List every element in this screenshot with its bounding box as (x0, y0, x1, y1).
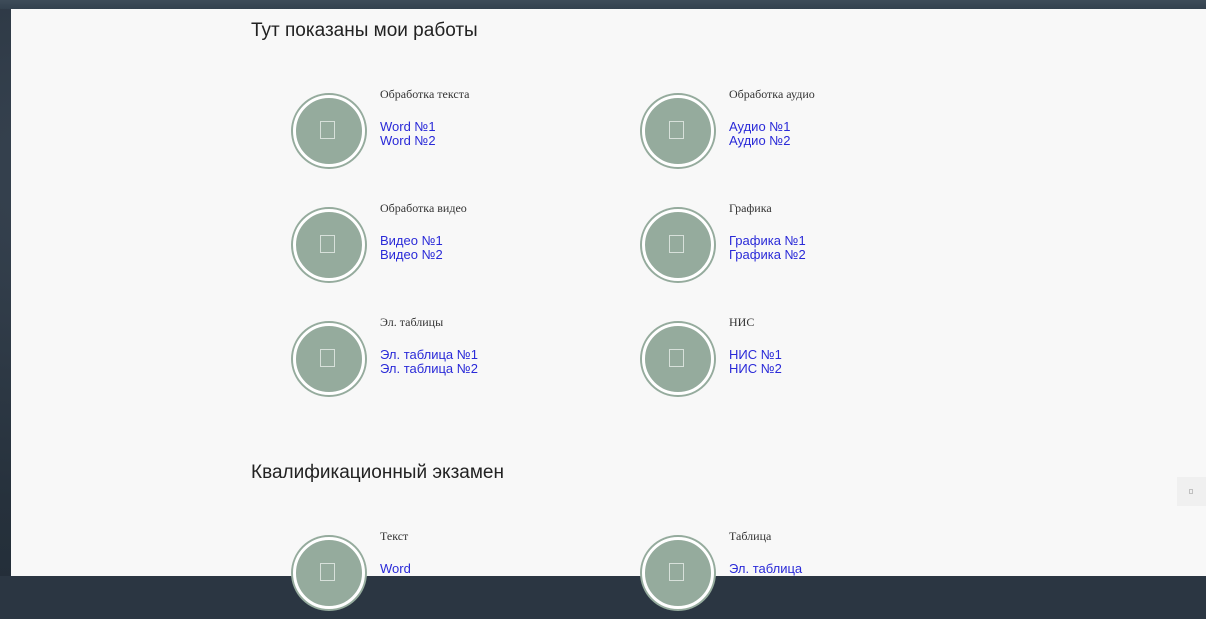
item-links: Эл. таблица №1 Эл. таблица №2 (380, 348, 478, 376)
item-links: Графика №1 Графика №2 (729, 234, 806, 262)
content-panel: Тут показаны мои работы Обработка текста… (11, 9, 1206, 609)
item-title: Таблица (729, 529, 772, 543)
arrow-up-icon (1189, 489, 1193, 494)
work-item-research: НИС НИС №1 НИС №2 (642, 315, 962, 405)
link-audio-2[interactable]: Аудио №2 (729, 134, 790, 148)
item-title: Графика (729, 201, 772, 215)
audio-icon[interactable] (642, 95, 714, 167)
link-audio-1[interactable]: Аудио №1 (729, 120, 790, 134)
link-graphics-2[interactable]: Графика №2 (729, 248, 806, 262)
link-research-1[interactable]: НИС №1 (729, 348, 782, 362)
exam-item-table: Таблица Эл. таблица (642, 529, 962, 619)
link-graphics-1[interactable]: Графика №1 (729, 234, 806, 248)
link-exam-spreadsheet[interactable]: Эл. таблица (729, 562, 802, 576)
section-title-works: Тут показаны мои работы (251, 20, 478, 41)
work-item-audio: Обработка аудио Аудио №1 Аудио №2 (642, 87, 962, 177)
item-links: Word (380, 562, 411, 576)
video-icon[interactable] (293, 209, 365, 281)
exam-item-text: Текст Word (293, 529, 613, 619)
work-item-text: Обработка текста Word №1 Word №2 (293, 87, 613, 177)
item-title: Обработка видео (380, 201, 467, 215)
table-icon[interactable] (293, 323, 365, 395)
work-item-spreadsheets: Эл. таблицы Эл. таблица №1 Эл. таблица №… (293, 315, 613, 405)
link-research-2[interactable]: НИС №2 (729, 362, 782, 376)
item-title: Обработка текста (380, 87, 470, 101)
item-title: НИС (729, 315, 755, 329)
item-links: Word №1 Word №2 (380, 120, 436, 148)
link-word-2[interactable]: Word №2 (380, 134, 436, 148)
item-links: Видео №1 Видео №2 (380, 234, 443, 262)
top-bar (0, 0, 1206, 9)
scroll-top-button[interactable] (1177, 477, 1206, 506)
item-title: Эл. таблицы (380, 315, 444, 329)
item-links: Аудио №1 Аудио №2 (729, 120, 790, 148)
link-spreadsheet-1[interactable]: Эл. таблица №1 (380, 348, 478, 362)
section-title-exam: Квалификационный экзамен (251, 462, 504, 483)
work-item-video: Обработка видео Видео №1 Видео №2 (293, 201, 613, 291)
table-icon[interactable] (642, 537, 714, 609)
image-icon[interactable] (642, 209, 714, 281)
link-exam-word[interactable]: Word (380, 562, 411, 576)
item-links: Эл. таблица (729, 562, 802, 576)
item-title: Текст (380, 529, 409, 543)
link-word-1[interactable]: Word №1 (380, 120, 436, 134)
work-item-graphics: Графика Графика №1 Графика №2 (642, 201, 962, 291)
item-title: Обработка аудио (729, 87, 815, 101)
document-icon[interactable] (293, 95, 365, 167)
link-spreadsheet-2[interactable]: Эл. таблица №2 (380, 362, 478, 376)
item-links: НИС №1 НИС №2 (729, 348, 782, 376)
link-video-1[interactable]: Видео №1 (380, 234, 443, 248)
research-icon[interactable] (642, 323, 714, 395)
link-video-2[interactable]: Видео №2 (380, 248, 443, 262)
document-icon[interactable] (293, 537, 365, 609)
